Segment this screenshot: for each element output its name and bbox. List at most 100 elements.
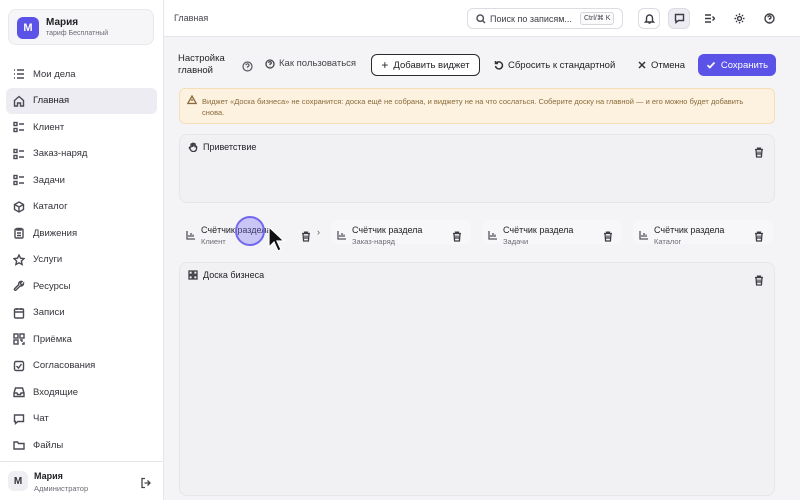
sidebar-item-client[interactable]: Клиент <box>6 114 157 141</box>
sidebar-item-label: Записи <box>33 307 65 319</box>
bell-icon <box>643 14 655 24</box>
sidebar-item-catalog[interactable]: Каталог <box>6 194 157 221</box>
search-shortcut-badge: Ctrl/⌘ K <box>580 12 615 25</box>
widget-section-counter[interactable]: Счётчик раздела Задачи <box>482 220 622 246</box>
check-icon <box>706 61 716 69</box>
sidebar-item-movements[interactable]: Движения <box>6 220 157 247</box>
add-widget-button[interactable]: + Добавить виджет <box>371 54 480 76</box>
workspace-user-card[interactable]: М Мария тариф Бесплатный <box>8 9 154 45</box>
save-button[interactable]: Сохранить <box>698 54 776 76</box>
widget-section-counter[interactable]: Счётчик раздела Заказ-наряд <box>331 220 471 246</box>
sidebar-item-label: Движения <box>33 227 78 239</box>
sidebar: М Мария тариф Бесплатный Мои дела Главна… <box>0 0 164 500</box>
sidebar-item-label: Ресурсы <box>33 280 71 292</box>
search-icon <box>476 14 486 24</box>
avatar: М <box>17 17 39 39</box>
trash-icon[interactable] <box>301 229 311 242</box>
trash-icon[interactable] <box>754 229 764 242</box>
counter-title: Счётчик раздела <box>503 225 574 235</box>
how-to-use-label: Как пользоваться <box>279 58 357 69</box>
trash-icon[interactable] <box>754 273 764 286</box>
search-input[interactable]: Поиск по записям... Ctrl/⌘ K <box>467 8 623 29</box>
notifications-button[interactable] <box>638 8 660 29</box>
sidebar-item-intake[interactable]: Приёмка <box>6 326 157 353</box>
avatar: М <box>8 471 28 491</box>
sidebar-item-label: Главная <box>33 95 70 107</box>
counter-subtitle: Каталог <box>654 237 682 246</box>
message-icon <box>674 13 684 24</box>
sidebar-item-services[interactable]: Услуги <box>6 247 157 274</box>
widget-business-board[interactable]: Доска бизнеса <box>179 262 775 496</box>
trash-icon[interactable] <box>603 229 613 242</box>
sidebar-item-label: Входящие <box>33 386 79 398</box>
box-icon <box>13 200 25 213</box>
help-button[interactable] <box>758 8 780 29</box>
sidebar-item-label: Заказ-наряд <box>33 148 88 160</box>
star-icon <box>13 253 25 266</box>
sidebar-item-records[interactable]: Записи <box>6 300 157 327</box>
clipboard-icon <box>13 227 25 239</box>
chat-icon <box>13 413 25 425</box>
list-check-icon <box>13 68 25 80</box>
trash-icon[interactable] <box>754 145 764 158</box>
sidebar-item-label: Клиент <box>33 121 65 133</box>
sidebar-item-resources[interactable]: Ресурсы <box>6 273 157 300</box>
close-icon <box>638 61 646 69</box>
sidebar-item-work-order[interactable]: Заказ-наряд <box>6 141 157 168</box>
sidebar-item-label: Задачи <box>33 174 65 186</box>
widget-title: Приветствие <box>188 142 256 152</box>
plus-icon: + <box>381 58 389 72</box>
bar-chart-icon <box>488 227 498 240</box>
sidebar-item-approvals[interactable]: Согласования <box>6 353 157 380</box>
bar-chart-icon <box>186 227 196 240</box>
how-to-use-link[interactable]: Как пользоваться <box>265 58 356 69</box>
theme-toggle-button[interactable] <box>728 8 750 29</box>
list-icon <box>13 121 25 133</box>
widget-section-counter[interactable]: Счётчик раздела Каталог <box>633 220 773 246</box>
sidebar-footer: М Мария Администратор <box>0 461 164 500</box>
sidebar-item-label: Услуги <box>33 254 63 266</box>
hand-wave-icon <box>188 142 198 152</box>
breadcrumb: Главная <box>174 13 209 23</box>
warning-banner: Виджет «Доска бизнеса» не сохранится: до… <box>179 88 775 124</box>
logout-icon[interactable] <box>140 476 152 489</box>
sidebar-nav: Мои дела Главная Клиент Заказ-наряд Зада… <box>6 61 157 459</box>
chevron-right-icon: › <box>317 227 320 237</box>
list-collapse-icon <box>704 14 715 23</box>
search-placeholder: Поиск по записям... <box>490 14 572 24</box>
sidebar-item-label: Каталог <box>33 201 68 213</box>
footer-user-role: Администратор <box>34 484 89 493</box>
board-title: Доска бизнеса <box>203 270 265 280</box>
reset-to-default-button[interactable]: Сбросить к стандартной <box>494 54 615 76</box>
sidebar-item-label: Чат <box>33 413 49 425</box>
cancel-button[interactable]: Отмена <box>637 54 685 76</box>
grid-icon <box>188 270 198 280</box>
bar-chart-icon <box>337 227 347 240</box>
help-circle-icon[interactable] <box>242 59 253 72</box>
sidebar-toggle-button[interactable] <box>698 8 720 29</box>
footer-user-name: Мария <box>34 471 63 481</box>
messages-button[interactable] <box>668 8 690 29</box>
sidebar-item-inbox[interactable]: Входящие <box>6 379 157 406</box>
counter-subtitle: Клиент <box>201 237 226 246</box>
counter-subtitle: Заказ-наряд <box>352 237 396 246</box>
warning-text: Виджет «Доска бизнеса» не сохранится: до… <box>202 97 744 117</box>
mouse-cursor-icon <box>268 225 286 252</box>
qr-icon <box>13 333 25 345</box>
page-title: Настройка главной <box>178 53 225 76</box>
user-plan: тариф Бесплатный <box>46 30 109 37</box>
sidebar-item-tasks[interactable]: Задачи <box>6 167 157 194</box>
sidebar-item-chat[interactable]: Чат <box>6 406 157 433</box>
greeting-title: Приветствие <box>203 142 257 152</box>
click-indicator <box>235 216 265 246</box>
trash-icon[interactable] <box>452 229 462 242</box>
widget-greeting[interactable]: Приветствие <box>179 134 775 203</box>
sidebar-item-my-tasks[interactable]: Мои дела <box>6 61 157 88</box>
sidebar-item-home[interactable]: Главная <box>6 87 157 114</box>
widget-title: Доска бизнеса <box>188 270 264 280</box>
sidebar-item-files[interactable]: Файлы <box>6 432 157 459</box>
reset-icon <box>494 61 504 70</box>
sidebar-item-label: Мои дела <box>33 68 76 80</box>
bar-chart-icon <box>639 227 649 240</box>
calendar-icon <box>13 307 25 319</box>
